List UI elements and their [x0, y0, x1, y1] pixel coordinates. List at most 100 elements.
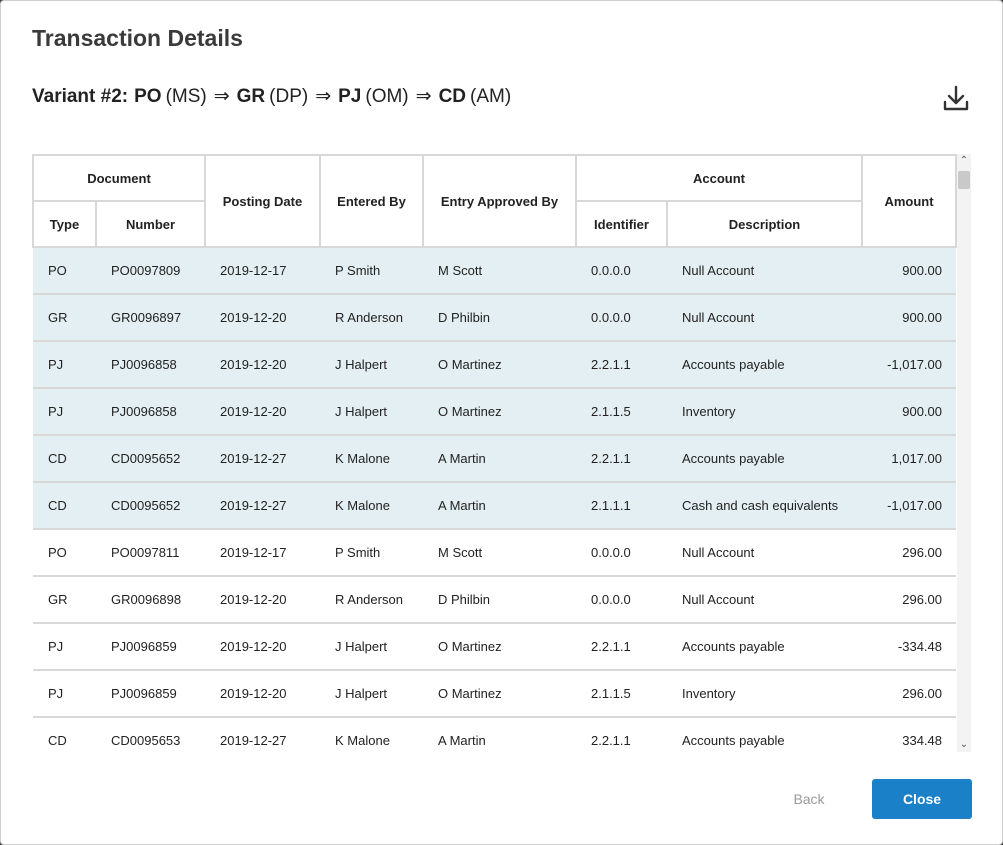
cell-approved-by: O Martinez [423, 388, 576, 436]
cell-description: Null Account [667, 529, 862, 577]
header-identifier[interactable]: Identifier [575, 200, 668, 248]
cell-identifier: 2.1.1.5 [576, 670, 667, 718]
cell-description: Null Account [667, 247, 862, 295]
table-row[interactable]: CD CD0095652 2019-12-27 K Malone A Martin 2.1… [33, 482, 956, 530]
cell-amount: -334.48 [862, 623, 956, 671]
cell-posting-date: 2019-12-27 [205, 717, 320, 752]
cell-amount: 296.00 [862, 576, 956, 624]
table-row[interactable]: CD CD0095652 2019-12-27 K Malone A Martin 2.2… [33, 435, 956, 483]
arrow-icon: ⇒ [315, 86, 332, 107]
scroll-down-icon[interactable]: ⌄ [957, 738, 971, 752]
cell-number: PJ0096858 [96, 341, 205, 389]
header-document-group: Document [32, 154, 206, 202]
cell-identifier: 2.1.1.5 [576, 388, 667, 436]
cell-amount: 1,017.00 [862, 435, 956, 483]
cell-entered-by: J Halpert [320, 341, 423, 389]
step-role: (AM) [470, 86, 512, 107]
cell-entered-by: J Halpert [320, 670, 423, 718]
cell-identifier: 2.2.1.1 [576, 717, 667, 752]
transaction-details-dialog: Transaction Details Variant #2: PO (MS) … [0, 0, 1003, 845]
transactions-table-container: Document Posting Date Entered By Entry A… [32, 154, 957, 752]
cell-description: Inventory [667, 388, 862, 436]
cell-approved-by: M Scott [423, 529, 576, 577]
cell-type: PJ [33, 341, 96, 389]
cell-approved-by: M Scott [423, 247, 576, 295]
step-code: PO [134, 86, 162, 107]
cell-description: Inventory [667, 670, 862, 718]
cell-entered-by: R Anderson [320, 294, 423, 342]
scroll-thumb[interactable] [958, 171, 970, 189]
cell-amount: 296.00 [862, 529, 956, 577]
back-button[interactable]: Back [761, 779, 857, 819]
cell-posting-date: 2019-12-27 [205, 482, 320, 530]
step-role: (OM) [365, 86, 409, 107]
cell-entered-by: J Halpert [320, 623, 423, 671]
table-row[interactable]: PJ PJ0096859 2019-12-20 J Halpert O Martinez… [33, 623, 956, 671]
download-icon[interactable] [941, 83, 971, 113]
cell-posting-date: 2019-12-20 [205, 294, 320, 342]
header-posting-date[interactable]: Posting Date [204, 154, 321, 248]
cell-amount: 900.00 [862, 388, 956, 436]
step-code: PJ [338, 86, 362, 107]
cell-type: PJ [33, 623, 96, 671]
cell-number: PO0097809 [96, 247, 205, 295]
cell-type: GR [33, 576, 96, 624]
header-account-group: Account [575, 154, 863, 202]
cell-identifier: 0.0.0.0 [576, 576, 667, 624]
dialog-title: Transaction Details [32, 25, 243, 51]
header-number[interactable]: Number [95, 200, 206, 248]
cell-type: PO [33, 529, 96, 577]
variant-label: Variant #2: [32, 86, 129, 107]
table-scrollbar[interactable]: ⌃ ⌄ [957, 154, 971, 752]
cell-identifier: 2.2.1.1 [576, 341, 667, 389]
scroll-up-icon[interactable]: ⌃ [957, 154, 971, 168]
table-body: PO PO0097809 2019-12-17 P Smith M Scott 0.0.0… [33, 247, 956, 752]
table-row[interactable]: PJ PJ0096858 2019-12-20 J Halpert O Martinez… [33, 388, 956, 436]
cell-identifier: 2.2.1.1 [576, 623, 667, 671]
table-row[interactable]: PO PO0097809 2019-12-17 P Smith M Scott 0.0.0… [33, 247, 956, 295]
cell-type: PJ [33, 388, 96, 436]
cell-description: Null Account [667, 294, 862, 342]
cell-number: GR0096897 [96, 294, 205, 342]
variant-step: GR (DP) [237, 86, 309, 108]
table-row[interactable]: PJ PJ0096859 2019-12-20 J Halpert O Martinez… [33, 670, 956, 718]
cell-amount: -1,017.00 [862, 482, 956, 530]
variant-path: Variant #2: PO (MS) ⇒ GR (DP) ⇒ PJ (OM) … [32, 85, 511, 108]
cell-approved-by: D Philbin [423, 294, 576, 342]
cell-posting-date: 2019-12-20 [205, 623, 320, 671]
cell-number: CD0095652 [96, 435, 205, 483]
header-amount[interactable]: Amount [861, 154, 957, 248]
table-row[interactable]: PJ PJ0096858 2019-12-20 J Halpert O Martinez… [33, 341, 956, 389]
cell-type: GR [33, 294, 96, 342]
cell-entered-by: P Smith [320, 529, 423, 577]
cell-description: Cash and cash equivalents [667, 482, 862, 530]
header-entered-by[interactable]: Entered By [319, 154, 424, 248]
variant-step: PJ (OM) [338, 86, 409, 108]
cell-type: CD [33, 435, 96, 483]
header-type[interactable]: Type [32, 200, 97, 248]
table-row[interactable]: GR GR0096898 2019-12-20 R Anderson D Philbin… [33, 576, 956, 624]
table-row[interactable]: GR GR0096897 2019-12-20 R Anderson D Philbin… [33, 294, 956, 342]
cell-amount: 334.48 [862, 717, 956, 752]
cell-type: PO [33, 247, 96, 295]
table-row[interactable]: CD CD0095653 2019-12-27 K Malone A Martin 2.2… [33, 717, 956, 752]
cell-number: PJ0096859 [96, 670, 205, 718]
cell-approved-by: O Martinez [423, 670, 576, 718]
table-row[interactable]: PO PO0097811 2019-12-17 P Smith M Scott 0.0.0… [33, 529, 956, 577]
cell-posting-date: 2019-12-17 [205, 247, 320, 295]
cell-approved-by: A Martin [423, 717, 576, 752]
cell-number: GR0096898 [96, 576, 205, 624]
header-entry-approved-by[interactable]: Entry Approved By [422, 154, 577, 248]
cell-identifier: 2.2.1.1 [576, 435, 667, 483]
cell-amount: 900.00 [862, 294, 956, 342]
cell-approved-by: A Martin [423, 482, 576, 530]
arrow-icon: ⇒ [213, 86, 230, 107]
cell-number: PJ0096859 [96, 623, 205, 671]
cell-type: CD [33, 717, 96, 752]
close-button[interactable]: Close [872, 779, 972, 819]
header-description[interactable]: Description [666, 200, 863, 248]
cell-amount: 296.00 [862, 670, 956, 718]
step-code: CD [438, 86, 467, 107]
cell-description: Accounts payable [667, 623, 862, 671]
step-code: GR [236, 86, 266, 107]
